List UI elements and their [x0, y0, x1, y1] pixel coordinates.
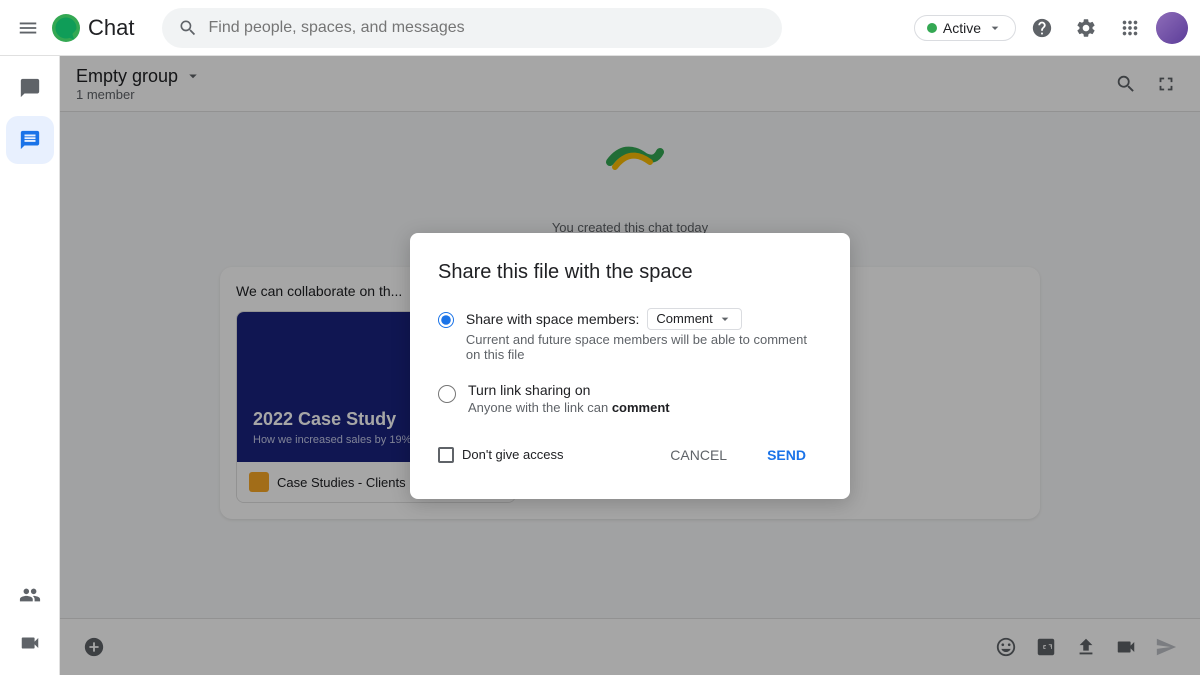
app-logo: [52, 14, 80, 42]
search-input[interactable]: [208, 19, 766, 37]
radio-1-desc: Current and future space members will be…: [466, 332, 822, 362]
apps-button[interactable]: [1112, 10, 1148, 46]
radio-2-label: Turn link sharing on: [468, 382, 670, 398]
radio-link-sharing[interactable]: [438, 385, 456, 403]
active-label: Active: [943, 20, 981, 36]
radio-share-members[interactable]: [438, 311, 454, 329]
sidebar-item-video[interactable]: [6, 619, 54, 667]
hamburger-menu[interactable]: [12, 12, 44, 44]
main-layout: Empty group 1 member: [0, 56, 1200, 675]
help-button[interactable]: [1024, 10, 1060, 46]
topbar-right: Active: [914, 10, 1188, 46]
radio-1-label-wrap: Share with space members: Comment Curren…: [466, 308, 822, 362]
permission-value: Comment: [656, 311, 712, 326]
dialog-footer: Don't give access CANCEL SEND: [438, 439, 822, 471]
share-option-1[interactable]: Share with space members: Comment Curren…: [438, 308, 822, 362]
app-title: Chat: [88, 15, 134, 41]
sidebar-item-chat[interactable]: [6, 64, 54, 112]
dialog-title: Share this file with the space: [438, 261, 822, 284]
sidebar-bottom: [6, 571, 54, 667]
modal-overlay: Share this file with the space Share wit…: [60, 56, 1200, 675]
permission-chevron-icon: [717, 311, 733, 327]
radio-1-label: Share with space members:: [466, 311, 640, 327]
dont-give-access[interactable]: Don't give access: [438, 447, 563, 463]
chevron-down-icon: [987, 20, 1003, 36]
search-icon: [178, 18, 198, 38]
active-dot: [927, 23, 937, 33]
dont-give-checkbox[interactable]: [438, 447, 454, 463]
sidebar-item-people[interactable]: [6, 571, 54, 619]
share-dialog: Share this file with the space Share wit…: [410, 233, 850, 499]
radio-2-label-wrap: Turn link sharing on Anyone with the lin…: [468, 382, 670, 415]
topbar: Chat Active: [0, 0, 1200, 56]
search-bar[interactable]: [162, 8, 782, 48]
avatar[interactable]: [1156, 12, 1188, 44]
sidebar-item-dm[interactable]: [6, 116, 54, 164]
radio-2-desc: Anyone with the link can comment: [468, 400, 670, 415]
sidebar-left: [0, 56, 60, 675]
permission-dropdown[interactable]: Comment: [647, 308, 741, 330]
active-status-button[interactable]: Active: [914, 15, 1016, 41]
settings-button[interactable]: [1068, 10, 1104, 46]
dont-give-label: Don't give access: [462, 447, 563, 462]
cancel-button[interactable]: CANCEL: [654, 439, 743, 471]
radio-1-label-row: Share with space members: Comment: [466, 308, 822, 330]
send-button[interactable]: SEND: [751, 439, 822, 471]
dialog-actions: CANCEL SEND: [654, 439, 822, 471]
share-option-2[interactable]: Turn link sharing on Anyone with the lin…: [438, 382, 822, 415]
main-chat-area: Empty group 1 member: [60, 56, 1200, 675]
